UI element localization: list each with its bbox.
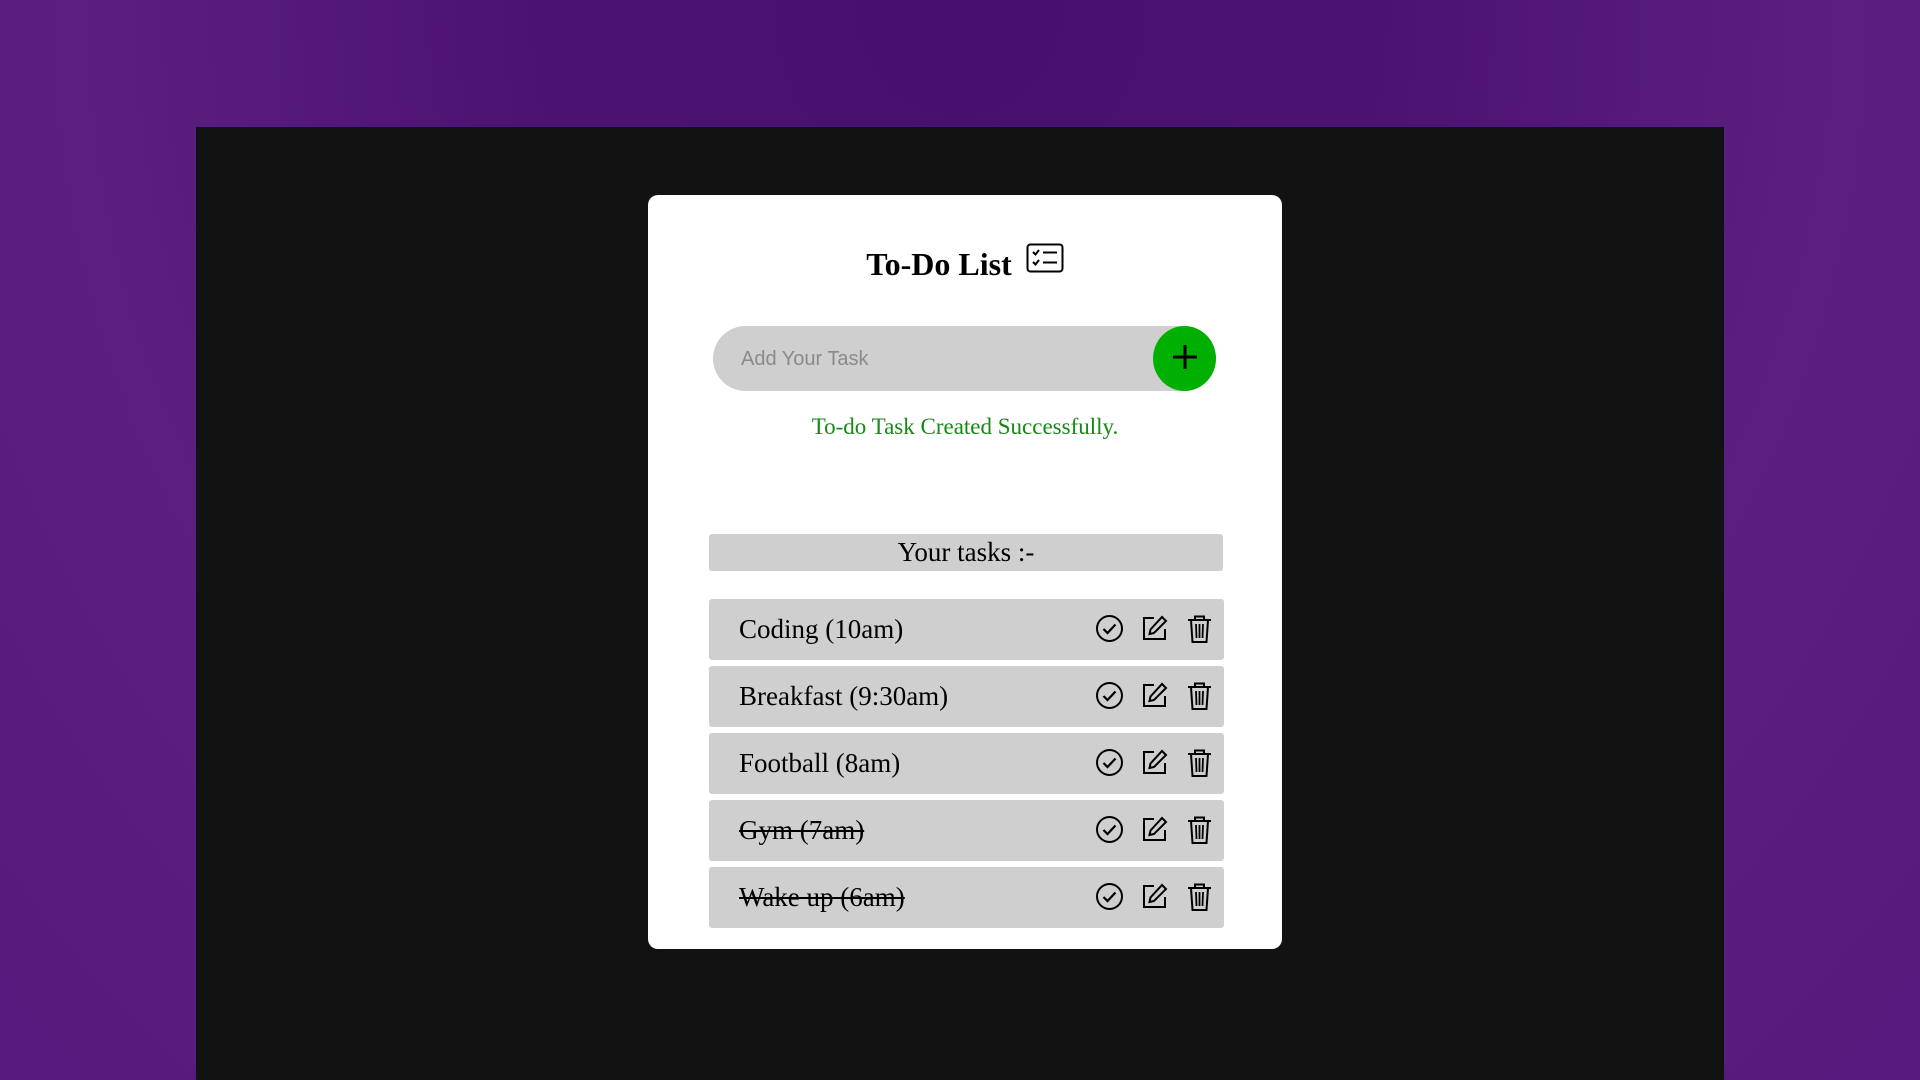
- trash-icon[interactable]: [1185, 680, 1214, 711]
- check-circle-icon[interactable]: [1095, 613, 1124, 644]
- task-actions: [1095, 747, 1214, 778]
- task-input-wrapper: [713, 326, 1216, 393]
- task-item: Wake up (6am): [709, 867, 1224, 928]
- task-item: Breakfast (9:30am): [709, 666, 1224, 727]
- task-label[interactable]: Gym (7am): [739, 800, 864, 861]
- tasks-header: Your tasks :-: [709, 534, 1223, 571]
- check-circle-icon[interactable]: [1095, 747, 1124, 778]
- task-label[interactable]: Football (8am): [739, 733, 900, 794]
- plus-icon: [1170, 342, 1200, 375]
- task-item: Coding (10am): [709, 599, 1224, 660]
- task-item: Football (8am): [709, 733, 1224, 794]
- list-check-icon: [1026, 243, 1064, 281]
- task-label[interactable]: Wake up (6am): [739, 867, 905, 928]
- task-label[interactable]: Breakfast (9:30am): [739, 666, 948, 727]
- app-screen: To-Do List Add Your Task To-do Task Crea…: [196, 127, 1724, 1080]
- edit-icon[interactable]: [1140, 881, 1169, 912]
- task-list: Coding (10am) Breakfast (9:30am) Footbal…: [709, 599, 1224, 934]
- task-label[interactable]: Coding (10am): [739, 599, 903, 660]
- page-title: To-Do List: [648, 243, 1282, 283]
- task-item: Gym (7am): [709, 800, 1224, 861]
- edit-icon[interactable]: [1140, 814, 1169, 845]
- trash-icon[interactable]: [1185, 613, 1214, 644]
- task-actions: [1095, 680, 1214, 711]
- status-message: To-do Task Created Successfully.: [811, 414, 1119, 439]
- add-task-button[interactable]: [1153, 326, 1216, 391]
- todo-card: To-Do List Add Your Task To-do Task Crea…: [648, 195, 1282, 949]
- task-input[interactable]: [739, 326, 1143, 393]
- check-circle-icon[interactable]: [1095, 814, 1124, 845]
- trash-icon[interactable]: [1185, 881, 1214, 912]
- app-title: To-Do List: [866, 246, 1012, 282]
- task-actions: [1095, 881, 1214, 912]
- edit-icon[interactable]: [1140, 680, 1169, 711]
- task-actions: [1095, 613, 1214, 644]
- check-circle-icon[interactable]: [1095, 881, 1124, 912]
- task-actions: [1095, 814, 1214, 845]
- edit-icon[interactable]: [1140, 613, 1169, 644]
- trash-icon[interactable]: [1185, 747, 1214, 778]
- check-circle-icon[interactable]: [1095, 680, 1124, 711]
- edit-icon[interactable]: [1140, 747, 1169, 778]
- trash-icon[interactable]: [1185, 814, 1214, 845]
